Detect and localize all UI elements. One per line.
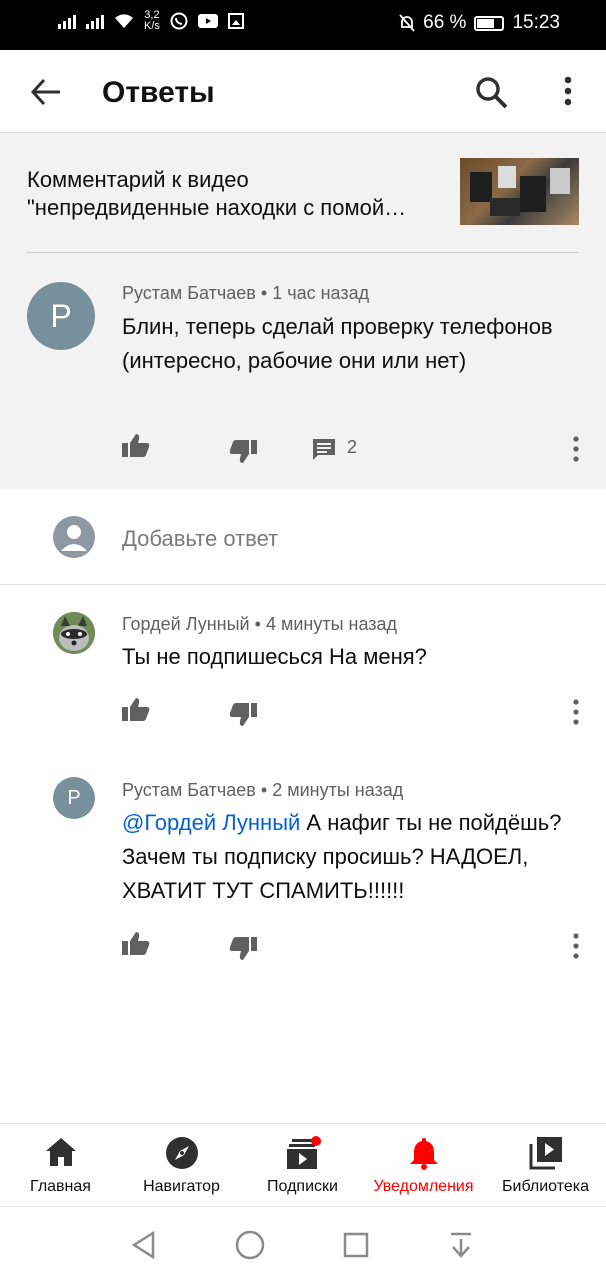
battery-percent: 66 % [423,12,467,33]
like-icon[interactable] [122,433,150,457]
add-reply-row[interactable]: Добавьте ответ [0,489,606,585]
status-left: 3,2 K/s [58,10,244,32]
reply-more-icon[interactable] [572,933,580,959]
tab-notifications[interactable]: Уведомления [363,1124,484,1206]
home-icon [45,1138,76,1166]
status-right: 66 % 15:23 [399,12,560,34]
system-nav-bar [0,1206,606,1281]
reply-author[interactable]: Рустам Батчаев [122,780,256,800]
mute-bell-icon [399,14,415,32]
bottom-nav: Главная Навигатор Подписки Уведомления Б… [0,1123,606,1206]
avatar[interactable]: Р [53,777,95,819]
cell-signal-2-icon [86,13,104,29]
reply-author[interactable]: Гордей Лунный [122,614,250,634]
tab-label: Главная [30,1178,91,1195]
mention-link[interactable]: @Гордей Лунный [122,810,300,835]
battery-icon [474,15,505,31]
like-icon[interactable] [122,931,150,955]
nav-notifications-pulldown-icon[interactable] [449,1231,473,1259]
youtube-icon [197,14,218,28]
video-caption-line2: "непредвиденные находки с помой… [27,195,407,220]
app-bar: Ответы [0,50,606,133]
page-title: Ответы [102,76,215,109]
meta-separator-dot: • [254,614,266,634]
comment-time: 1 час назад [272,283,370,303]
reply-meta: Гордей Лунный • 4 минуты назад [122,614,397,635]
tab-label: Навигатор [143,1178,220,1195]
video-thumbnail[interactable] [460,158,579,225]
avatar-letter: Р [67,786,81,809]
comment-author[interactable]: Рустам Батчаев [122,283,256,303]
reply-comment-icon[interactable] [312,438,336,462]
user-avatar-icon [53,516,95,558]
whatsapp-icon [170,12,188,30]
tab-library[interactable]: Библиотека [485,1124,606,1206]
add-reply-input[interactable]: Добавьте ответ [122,526,278,552]
reply-time: 4 минуты назад [265,614,398,634]
reply-count: 2 [347,437,358,457]
meta-separator-dot: • [260,283,273,303]
video-caption[interactable]: Комментарий к видео "непредвиденные нахо… [27,166,447,222]
parent-comment-panel: Комментарий к видео "непредвиденные нахо… [0,133,606,489]
avatar[interactable]: Р [27,282,95,350]
panel-divider [27,252,579,253]
cell-signal-icon [58,13,76,29]
library-icon [529,1137,562,1170]
reply-text: Ты не подпишесься На меня? [122,644,427,669]
gallery-icon [227,13,244,29]
like-icon[interactable] [122,697,150,721]
reply-time: 2 минуты назад [272,780,404,800]
back-arrow-icon[interactable] [30,78,62,106]
avatar[interactable] [53,612,95,654]
compass-icon [165,1137,198,1169]
more-vert-icon[interactable] [562,76,574,108]
tab-subscriptions[interactable]: Подписки [242,1124,363,1206]
dislike-icon[interactable] [229,937,257,961]
raccoon-avatar-icon [53,612,95,654]
tab-explore[interactable]: Навигатор [121,1124,242,1206]
comment-text: Блин, теперь сделай проверку телефонов (… [122,314,553,373]
reply-text: @Гордей Лунный А нафиг ты не пойдёшь? За… [122,806,592,908]
meta-separator-dot: • [260,780,273,800]
comment-more-icon[interactable] [572,436,580,462]
avatar-letter: Р [50,297,72,334]
tab-label: Уведомления [373,1178,474,1195]
dislike-icon[interactable] [229,440,257,464]
nav-home-icon[interactable] [235,1230,265,1260]
tab-label: Библиотека [502,1178,589,1195]
tab-home[interactable]: Главная [0,1124,121,1206]
net-speed: 3,2 K/s [144,9,160,32]
bell-icon [409,1138,438,1170]
tab-label: Подписки [267,1178,338,1195]
status-bar: 3,2 K/s 66 % 15:23 [0,0,606,50]
dislike-icon[interactable] [229,703,257,727]
nav-recents-icon[interactable] [343,1232,369,1258]
clock: 15:23 [512,12,560,33]
wifi-icon [115,14,133,28]
nav-back-icon[interactable] [131,1231,155,1259]
search-icon[interactable] [475,76,509,110]
reply-more-icon[interactable] [572,699,580,725]
subscriptions-icon [286,1136,321,1169]
video-caption-line1: Комментарий к видео [27,167,249,192]
comment-meta: Рустам Батчаев • 1 час назад [122,283,369,304]
reply-meta: Рустам Батчаев • 2 минуты назад [122,780,403,801]
